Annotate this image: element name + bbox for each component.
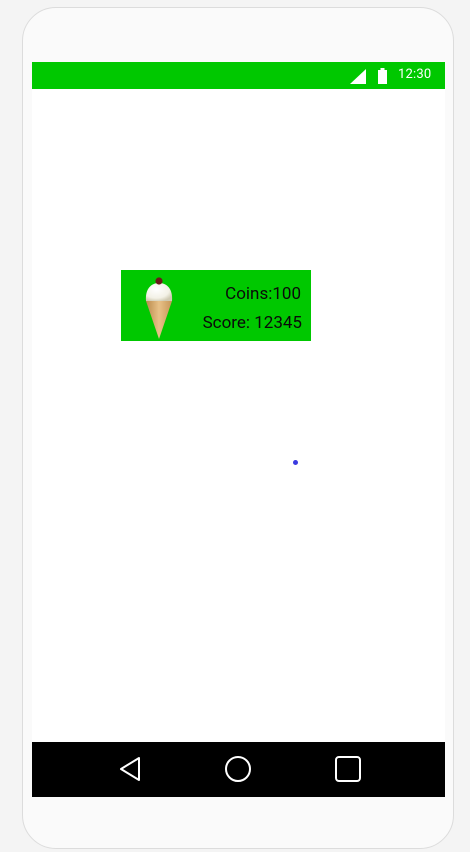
back-icon[interactable]: [117, 755, 145, 783]
status-clock: 12:30: [398, 67, 432, 82]
coins-label: Coins:100: [225, 284, 301, 304]
touch-indicator: [293, 460, 298, 465]
signal-icon: [350, 69, 366, 84]
score-panel: Coins:100 Score: 12345: [121, 270, 311, 341]
battery-icon: [378, 68, 387, 84]
home-icon[interactable]: [224, 755, 252, 783]
score-label: Score: 12345: [202, 313, 302, 333]
app-screen[interactable]: 12:30 Coins:100 Score: 12345: [32, 62, 445, 797]
status-bar: 12:30: [32, 62, 445, 89]
recents-icon[interactable]: [334, 755, 362, 783]
navigation-bar: [32, 742, 445, 797]
ice-cream-cone-icon: [145, 277, 173, 339]
